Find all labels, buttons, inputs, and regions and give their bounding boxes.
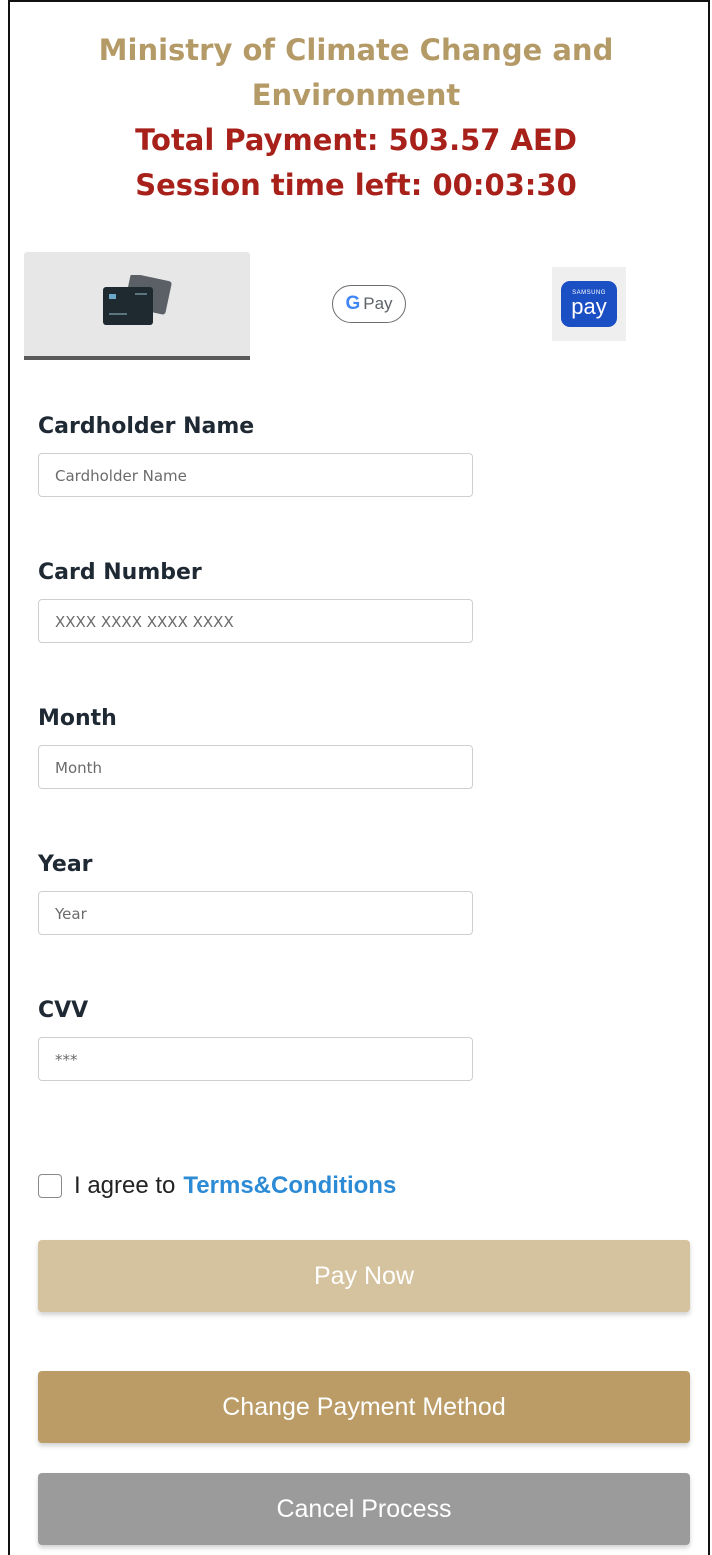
month-input[interactable]	[38, 745, 473, 789]
organization-name-line2: Environment	[251, 78, 461, 112]
checkbox-icon[interactable]	[38, 1174, 62, 1198]
samsung-pay-label: pay	[571, 294, 607, 319]
payment-method-tabs: G Pay SAMSUNG pay	[24, 252, 684, 362]
tab-card-payment[interactable]	[24, 252, 250, 360]
cardholder-name-input[interactable]	[38, 453, 473, 497]
samsung-pay-logo: SAMSUNG pay	[561, 281, 617, 327]
cvv-input[interactable]	[38, 1037, 473, 1081]
tab-samsung-pay[interactable]: SAMSUNG pay	[544, 252, 634, 356]
samsung-pay-icon: SAMSUNG pay	[552, 267, 626, 341]
agree-text: I agree to	[74, 1172, 176, 1199]
organization-name-line1: Ministry of Climate Change and	[98, 33, 614, 67]
cvv-label: CVV	[38, 998, 89, 1023]
google-pay-label: Pay	[363, 294, 393, 313]
terms-conditions-link[interactable]: Terms&Conditions	[183, 1172, 396, 1200]
year-input[interactable]	[38, 891, 473, 935]
session-timer: Session time left: 00:03:30	[135, 168, 577, 202]
google-g-glyph: G	[345, 293, 361, 314]
cancel-process-button[interactable]: Cancel Process	[38, 1473, 690, 1545]
credit-card-icon	[101, 273, 173, 334]
payment-header: Ministry of Climate Change and Environme…	[0, 28, 712, 208]
year-label: Year	[38, 852, 93, 877]
google-pay-icon: G Pay	[332, 285, 406, 323]
pay-now-button[interactable]: Pay Now	[38, 1240, 690, 1312]
tab-google-pay[interactable]: G Pay	[304, 252, 434, 356]
change-payment-method-button[interactable]: Change Payment Method	[38, 1371, 690, 1443]
card-number-label: Card Number	[38, 560, 202, 585]
month-label: Month	[38, 706, 117, 731]
terms-agreement: I agree to Terms&Conditions	[38, 1172, 396, 1200]
card-number-input[interactable]	[38, 599, 473, 643]
cardholder-name-label: Cardholder Name	[38, 414, 255, 439]
total-payment: Total Payment: 503.57 AED	[135, 123, 577, 157]
